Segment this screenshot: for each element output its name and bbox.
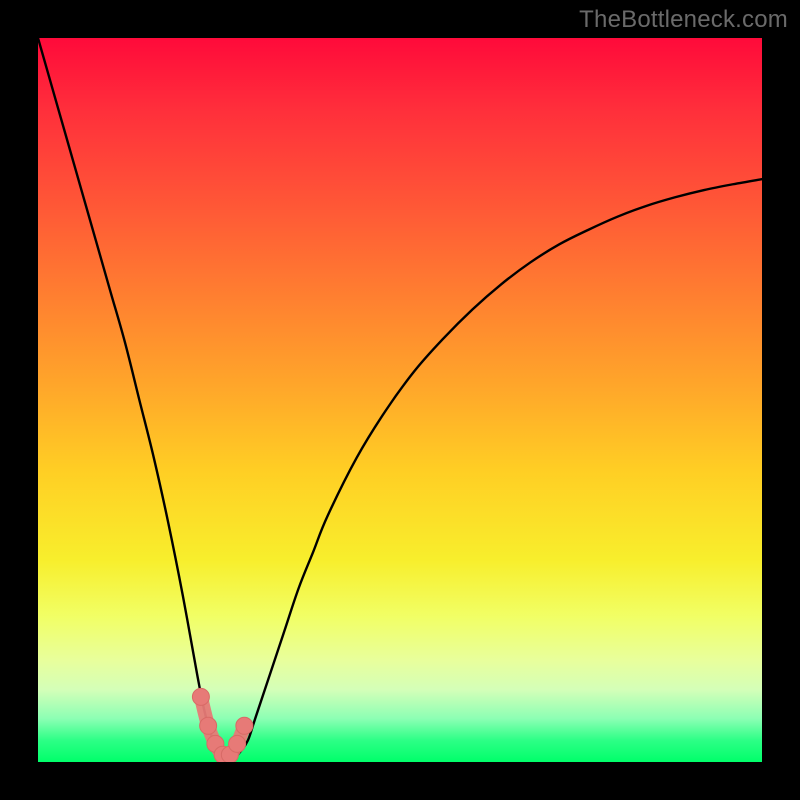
curve-marker — [192, 688, 209, 705]
curve-marker — [236, 717, 253, 734]
curve-marker — [229, 735, 246, 752]
chart-frame: TheBottleneck.com — [0, 0, 800, 800]
bottleneck-curve — [38, 38, 762, 759]
watermark-text: TheBottleneck.com — [579, 6, 788, 34]
plot-area — [38, 38, 762, 762]
curve-layer — [38, 38, 762, 762]
curve-markers — [192, 688, 252, 762]
curve-marker — [200, 717, 217, 734]
